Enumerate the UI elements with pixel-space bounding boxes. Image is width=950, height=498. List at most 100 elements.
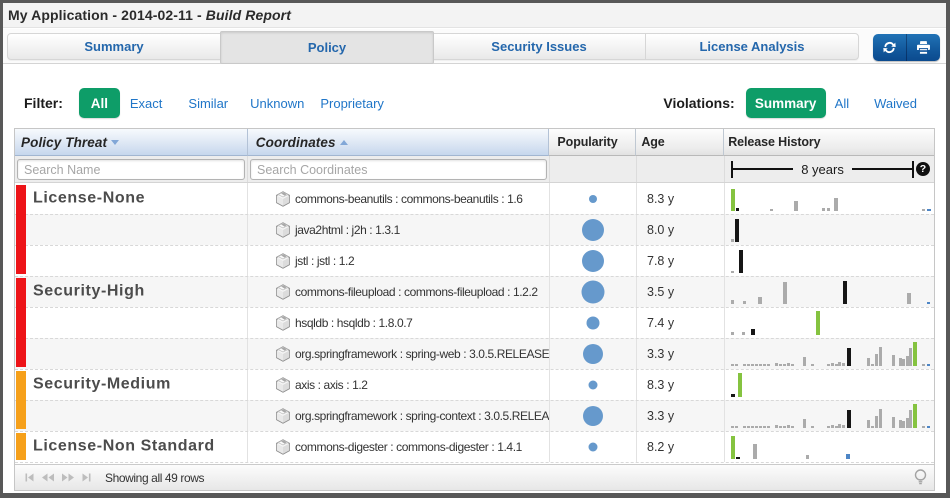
pager-next-button[interactable] [62, 473, 74, 482]
release-bar [927, 426, 930, 428]
help-icon[interactable]: ? [916, 162, 930, 176]
filter-similar-link[interactable]: Similar [188, 96, 228, 111]
filter-exact-link[interactable]: Exact [130, 96, 163, 111]
release-bar [827, 364, 830, 366]
violations-waived-link[interactable]: Waived [874, 96, 917, 111]
tab-license-analysis[interactable]: License Analysis [646, 34, 858, 59]
release-bar [731, 436, 735, 459]
coordinates-cell: jstl : jstl : 1.2 [248, 245, 550, 276]
print-button[interactable] [906, 34, 940, 61]
page-previous-icon [42, 473, 54, 482]
release-bar [755, 364, 758, 366]
component-row[interactable]: java2html : j2h : 1.3.1 8.0 y [15, 214, 934, 245]
release-bar [767, 426, 770, 428]
pager-previous-button[interactable] [42, 473, 54, 482]
column-header-popularity[interactable]: Popularity [549, 129, 637, 156]
threat-group-label: Security-Medium [33, 374, 171, 392]
component-row[interactable]: org.springframework : spring-web : 3.0.5… [15, 338, 934, 369]
filter-proprietary-link[interactable]: Proprietary [320, 96, 384, 111]
tab-policy[interactable]: Policy [220, 31, 434, 64]
release-bar [875, 354, 878, 366]
policy-threat-cell [15, 307, 248, 338]
age-value: 3.5 y [647, 284, 675, 299]
age-cell: 8.3 y [637, 183, 725, 214]
component-box-icon [276, 283, 290, 300]
component-box-icon [276, 314, 290, 331]
release-bar [747, 364, 750, 366]
release-bar [735, 426, 738, 428]
threat-group-label: Security-High [33, 281, 145, 299]
release-bar [747, 426, 750, 428]
refresh-button[interactable] [873, 34, 906, 61]
pager [25, 473, 91, 482]
release-history-cell [725, 400, 934, 431]
component-row[interactable]: License-None commons-beanutils : commons-… [15, 183, 934, 214]
release-bar [879, 347, 882, 366]
popularity-circle [582, 249, 604, 272]
search-coordinates-input[interactable] [250, 159, 547, 180]
violations-group: Violations: Summary All Waived [663, 88, 917, 118]
release-bar [731, 332, 734, 335]
release-bar [753, 444, 757, 459]
component-row[interactable]: hsqldb : hsqldb : 1.8.0.7 7.4 y [15, 307, 934, 338]
sort-asc-icon [339, 139, 348, 145]
release-bar [816, 311, 820, 335]
filter-unknown-link[interactable]: Unknown [250, 96, 304, 111]
age-cell: 3.3 y [637, 400, 725, 431]
policy-threat-cell: Security-High [15, 276, 248, 307]
tab-summary[interactable]: Summary [8, 34, 221, 59]
hint-button[interactable] [914, 468, 927, 487]
release-bar [783, 282, 787, 304]
popularity-cell [550, 307, 637, 338]
column-header-coordinates[interactable]: Coordinates [247, 129, 550, 156]
release-bar [822, 208, 825, 211]
violations-all-link[interactable]: All [835, 96, 849, 111]
threat-group-label: License-None [33, 188, 146, 206]
release-bar [879, 409, 882, 428]
filter-bar: Filter: All Exact Similar Unknown Propri… [14, 88, 936, 118]
policy-threat-cell [15, 245, 248, 276]
violations-summary-button[interactable]: Summary [745, 88, 826, 118]
release-bar [736, 208, 739, 211]
tab-group: Summary Policy Security Issues License Anal… [7, 31, 859, 64]
filter-all-button[interactable]: All [78, 88, 120, 118]
release-bar [922, 209, 925, 211]
release-bar [867, 420, 870, 428]
release-history-scale: 8 years [731, 156, 915, 182]
component-row[interactable]: jstl : jstl : 1.2 7.8 y [15, 245, 934, 276]
component-row[interactable]: org.springframework : spring-context : 3… [15, 400, 934, 431]
scale-line [733, 168, 794, 170]
release-bar [875, 416, 878, 428]
component-row[interactable]: License-Non Standard commons-digester : c… [15, 431, 934, 462]
age-cell: 7.8 y [637, 245, 725, 276]
tab-security-issues[interactable]: Security Issues [433, 34, 646, 59]
policy-threat-cell: License-Non Standard [15, 431, 248, 462]
search-coordinates-cell [248, 156, 550, 182]
column-header-policy-threat[interactable]: Policy Threat [15, 129, 248, 156]
pager-last-button[interactable] [82, 473, 91, 482]
title-bar: My Application - 2014-02-11 - Build Repo… [3, 3, 946, 28]
coordinates-cell: org.springframework : spring-web : 3.0.5… [248, 338, 550, 369]
policy-threat-cell [15, 338, 248, 369]
component-row[interactable]: Security-High commons-fileupload : common… [15, 276, 934, 307]
pager-first-button[interactable] [25, 473, 34, 482]
release-bar [922, 426, 925, 428]
refresh-icon [883, 41, 896, 54]
release-bar [735, 364, 738, 366]
coordinates-cell: axis : axis : 1.2 [248, 369, 550, 400]
component-box-icon [276, 190, 290, 207]
release-bar [743, 301, 746, 304]
threat-level-bar [16, 278, 26, 367]
column-header-age[interactable]: Age [636, 129, 725, 156]
page-title: My Application - 2014-02-11 - Build Repo… [8, 7, 291, 23]
threat-group-label: License-Non Standard [33, 436, 215, 454]
release-bar [759, 364, 762, 366]
release-bar [907, 293, 911, 304]
coordinate-text: java2html : j2h : 1.3.1 [295, 222, 400, 237]
coordinate-text: hsqldb : hsqldb : 1.8.0.7 [295, 315, 413, 330]
component-row[interactable]: Security-Medium axis : axis : 1.2 8.3 y [15, 369, 934, 400]
search-name-input[interactable] [17, 159, 245, 180]
column-header-release-history[interactable]: Release History [724, 129, 934, 156]
release-bar [794, 201, 798, 211]
release-bar [743, 364, 746, 366]
